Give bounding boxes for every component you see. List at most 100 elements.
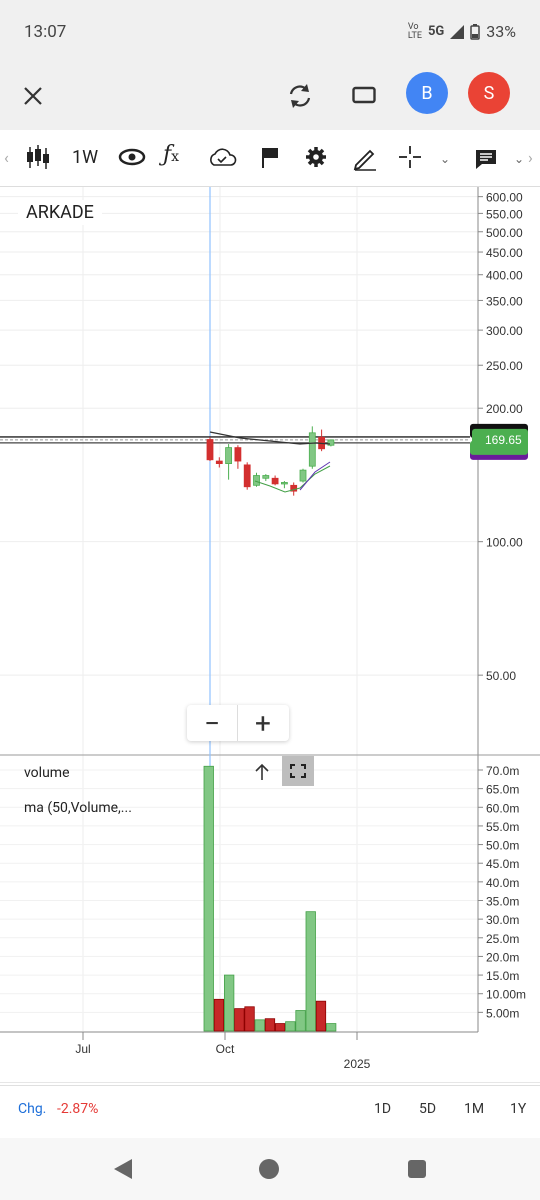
range-1y-button[interactable]: 1Y bbox=[510, 1101, 526, 1117]
battery-icon bbox=[470, 23, 481, 40]
price-axis-label: 200.00 bbox=[486, 402, 523, 416]
candle-body bbox=[234, 447, 242, 462]
change-label: Chg. bbox=[18, 1101, 47, 1117]
volume-axis-label: 35.0m bbox=[486, 895, 519, 909]
candle-body bbox=[299, 469, 307, 482]
price-axis-label: 600.00 bbox=[486, 191, 523, 205]
avatar-b[interactable]: B bbox=[406, 72, 448, 114]
app-bar: B S bbox=[0, 60, 540, 130]
volume-axis-label: 20.0m bbox=[486, 950, 519, 964]
network-label: 5G bbox=[427, 24, 445, 39]
interval-button[interactable]: 1W bbox=[72, 147, 98, 168]
volume-bar bbox=[213, 998, 225, 1032]
fullscreen-icon bbox=[290, 764, 306, 778]
window-icon[interactable] bbox=[352, 86, 376, 104]
volume-bar bbox=[305, 911, 316, 1032]
volume-axis-label: 10.00m bbox=[486, 988, 526, 1002]
range-1m-button[interactable]: 1M bbox=[464, 1101, 484, 1117]
last-price-label: 169.65 bbox=[485, 433, 522, 447]
zoom-control: − + bbox=[187, 705, 289, 741]
maximize-pane-button[interactable] bbox=[282, 756, 314, 786]
range-1d-button[interactable]: 1D bbox=[374, 1101, 391, 1117]
volume-axis-label: 30.0m bbox=[486, 913, 519, 927]
candle-body bbox=[225, 447, 233, 464]
gear-icon[interactable] bbox=[305, 146, 327, 168]
change-value: -2.87% bbox=[57, 1101, 99, 1117]
volume-axis-label: 70.0m bbox=[486, 764, 519, 778]
volume-bar bbox=[223, 974, 235, 1032]
volume-bar bbox=[203, 765, 214, 1032]
time-axis-label: Jul bbox=[75, 1042, 90, 1056]
price-axis-label: 400.00 bbox=[486, 269, 523, 283]
status-icons: Vo LTE 5G 33% bbox=[408, 22, 516, 41]
volume-axis-label: 5.00m bbox=[486, 1006, 519, 1020]
candle-body bbox=[215, 460, 223, 464]
range-5d-button[interactable]: 5D bbox=[419, 1101, 436, 1117]
candlestick-icon[interactable] bbox=[26, 144, 50, 170]
volume-bar bbox=[285, 1021, 296, 1032]
volume-bar bbox=[274, 1023, 286, 1032]
eye-icon[interactable] bbox=[118, 148, 146, 166]
price-axis-label: 350.00 bbox=[486, 294, 523, 308]
symbol-label: ARKADE bbox=[18, 200, 102, 225]
price-axis-label: 50.00 bbox=[486, 669, 516, 683]
chart-axes bbox=[0, 187, 540, 1083]
ma-indicator-label[interactable]: ma (50,Volume,... bbox=[24, 800, 132, 816]
chevron-down-icon[interactable]: ⌄ bbox=[440, 152, 450, 166]
volume-bar bbox=[244, 1006, 255, 1032]
arrow-up-icon[interactable] bbox=[252, 762, 272, 782]
close-icon[interactable] bbox=[22, 85, 44, 107]
volume-bar bbox=[315, 1000, 327, 1032]
volume-indicator-label[interactable]: volume bbox=[24, 765, 70, 781]
flag-icon[interactable] bbox=[260, 146, 280, 170]
volume-bar bbox=[295, 1010, 306, 1032]
volume-series bbox=[203, 765, 337, 1032]
comment-icon[interactable] bbox=[474, 148, 498, 170]
cloud-icon[interactable] bbox=[207, 146, 237, 168]
price-axis-label: 100.00 bbox=[486, 536, 523, 550]
zoom-in-button[interactable]: + bbox=[238, 705, 288, 741]
candle-body bbox=[206, 439, 214, 461]
volume-bar bbox=[264, 1018, 276, 1032]
signal-icon bbox=[450, 24, 465, 39]
time-axis-label: Oct bbox=[216, 1042, 235, 1056]
volume-axis-label: 55.0m bbox=[486, 820, 519, 834]
chart-toolbar: ‹ 1W ƒx ⌄ ⌄ › bbox=[0, 130, 540, 187]
back-icon[interactable] bbox=[112, 1158, 134, 1180]
price-axis-label: 250.00 bbox=[486, 359, 523, 373]
scroll-left-icon[interactable]: ‹ bbox=[4, 148, 9, 167]
price-axis-label: 550.00 bbox=[486, 207, 523, 221]
indicator-fx-icon[interactable]: ƒx bbox=[163, 142, 179, 167]
price-axis-label: 450.00 bbox=[486, 246, 523, 260]
candlestick-series: 169.65 bbox=[0, 423, 528, 496]
price-axis-label: 500.00 bbox=[486, 226, 523, 240]
battery-level: 33% bbox=[486, 22, 516, 41]
crosshair-icon[interactable] bbox=[398, 145, 422, 169]
candle-body bbox=[271, 477, 279, 485]
volume-bar bbox=[325, 1023, 337, 1032]
volume-axis-label: 25.0m bbox=[486, 932, 519, 946]
volume-bar bbox=[234, 1008, 245, 1032]
chevron-down-icon[interactable]: ⌄ bbox=[514, 152, 524, 166]
candle-body bbox=[253, 475, 260, 486]
candle-body bbox=[308, 432, 316, 467]
home-icon[interactable] bbox=[258, 1158, 280, 1180]
scroll-right-icon[interactable]: › bbox=[528, 148, 533, 167]
axis-labels: 600.00 550.00 500.00 450.00 400.00 350.00 300.… bbox=[75, 191, 526, 1071]
refresh-icon[interactable] bbox=[286, 82, 314, 110]
volume-axis-label: 60.0m bbox=[486, 801, 519, 815]
time-axis-label: 2025 bbox=[344, 1057, 371, 1071]
price-chart[interactable]: 169.65 600.00 550.00 500.00 450.00 400.00 350… bbox=[0, 187, 540, 1083]
chart-bottom-bar: Chg. -2.87% 1D 5D 1M 1Y bbox=[0, 1085, 540, 1138]
price-axis-label: 300.00 bbox=[486, 324, 523, 338]
volume-axis-label: 40.0m bbox=[486, 876, 519, 890]
recents-icon[interactable] bbox=[407, 1159, 427, 1179]
candle-body bbox=[280, 482, 288, 485]
volume-axis-label: 45.0m bbox=[486, 857, 519, 871]
avatar-s[interactable]: S bbox=[468, 72, 510, 114]
volte-icon: Vo LTE bbox=[407, 21, 422, 41]
zoom-out-button[interactable]: − bbox=[187, 705, 238, 741]
candle-body bbox=[243, 464, 251, 488]
status-bar: 13:07 Vo LTE 5G 33% bbox=[0, 0, 540, 60]
draw-pencil-icon[interactable] bbox=[352, 145, 378, 171]
